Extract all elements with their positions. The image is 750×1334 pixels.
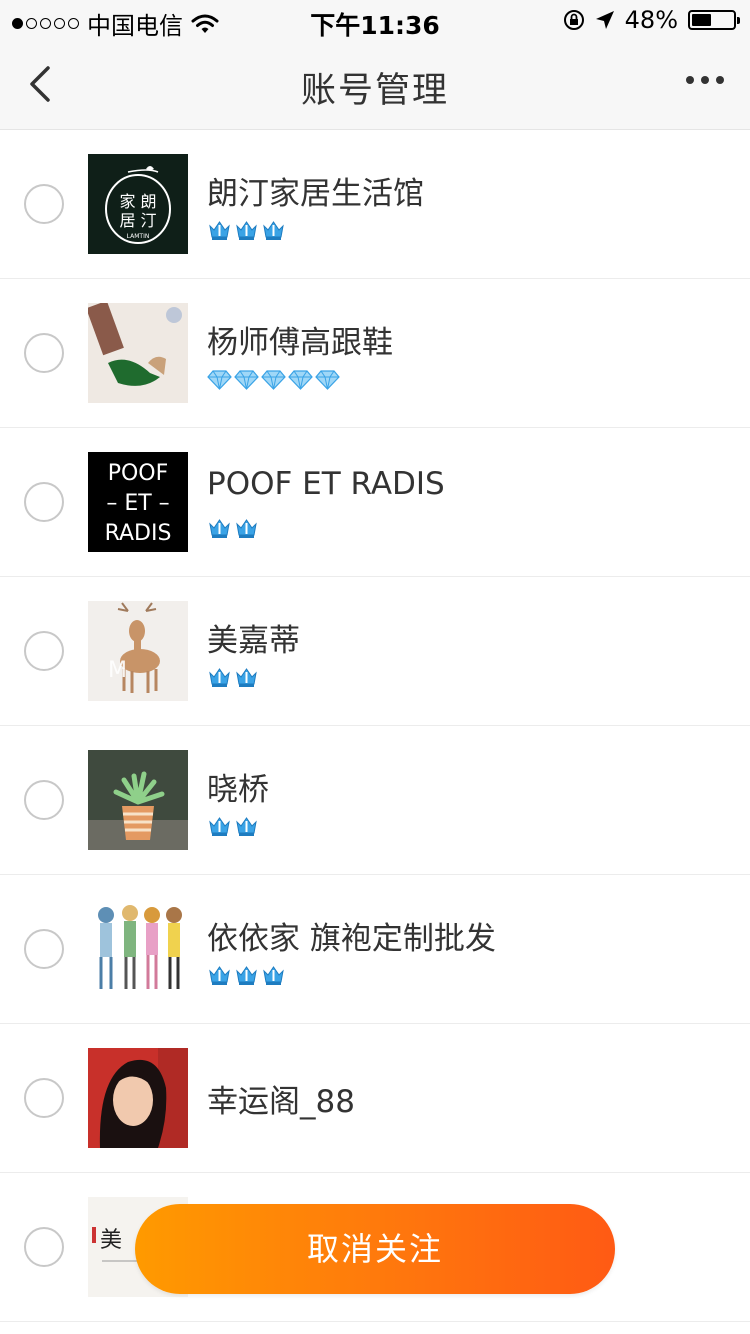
location-arrow-icon: [595, 11, 614, 29]
crown-icon: [263, 966, 284, 985]
list-item[interactable]: 依依家 旗袍定制批发: [0, 875, 750, 1024]
crown-icon: [209, 668, 230, 687]
select-radio[interactable]: [24, 631, 64, 671]
avatar-text: 居 汀: [119, 211, 156, 230]
level-badges: [207, 516, 259, 540]
list-item[interactable]: POOF – ET – RADIS POOF ET RADIS: [0, 428, 750, 577]
crown-icon: [236, 668, 257, 687]
level-badges: [207, 367, 340, 391]
level-badges: [207, 218, 286, 242]
crown-icon: [209, 817, 230, 836]
avatar-text: POOF: [108, 461, 169, 486]
list-item[interactable]: M 美嘉蒂: [0, 577, 750, 726]
select-radio[interactable]: [24, 929, 64, 969]
more-dots-icon[interactable]: [686, 76, 724, 84]
status-right: 48%: [563, 6, 740, 34]
avatar: [88, 899, 188, 999]
account-name: 朗汀家居生活馆: [207, 176, 424, 212]
crown-icon: [236, 817, 257, 836]
select-radio[interactable]: [24, 184, 64, 224]
list-item[interactable]: 晓桥: [0, 726, 750, 875]
crown-icon: [236, 519, 257, 538]
avatar: 家 朗 居 汀 LAMTIN: [88, 154, 188, 254]
level-badges: [207, 665, 259, 689]
diamond-icon: [261, 370, 286, 390]
select-radio[interactable]: [24, 333, 64, 373]
avatar: M: [88, 601, 188, 701]
account-name: 杨师傅高跟鞋: [207, 325, 393, 361]
list-item[interactable]: 家 朗 居 汀 LAMTIN 朗汀家居生活馆: [0, 130, 750, 279]
page-title: 账号管理: [300, 71, 449, 111]
avatar-text: – ET –: [106, 491, 169, 516]
crown-icon: [209, 966, 230, 985]
select-radio[interactable]: [24, 1078, 64, 1118]
avatar: [88, 303, 188, 403]
account-name: 晓桥: [207, 772, 269, 808]
avatar-text: 美: [100, 1228, 122, 1253]
avatar: [88, 750, 188, 850]
account-name: POOF ET RADIS: [207, 466, 445, 502]
navigation-bar: 账号管理: [0, 40, 750, 130]
diamond-icon: [288, 370, 313, 390]
level-badges: [207, 814, 259, 838]
unfollow-button[interactable]: 取消关注: [135, 1204, 615, 1294]
select-radio[interactable]: [24, 780, 64, 820]
crown-icon: [209, 519, 230, 538]
avatar-text: RADIS: [105, 521, 172, 546]
account-name: 依依家 旗袍定制批发: [207, 921, 496, 957]
account-name: 美嘉蒂: [207, 623, 300, 659]
avatar-text: LAMTIN: [127, 233, 150, 240]
avatar-text: 家 朗: [119, 192, 156, 211]
account-name: 幸运阁_88: [207, 1084, 355, 1120]
select-radio[interactable]: [24, 482, 64, 522]
crown-icon: [236, 966, 257, 985]
battery-icon: [688, 10, 740, 30]
svg-text:M: M: [108, 658, 127, 683]
account-list: 家 朗 居 汀 LAMTIN 朗汀家居生活馆 杨师傅高跟鞋 POOF – ET …: [0, 130, 750, 1322]
diamond-icon: [207, 370, 232, 390]
avatar: [88, 1048, 188, 1148]
level-badges: [207, 963, 286, 987]
crown-icon: [263, 221, 284, 240]
status-bar: 中国电信 下午11:36 48%: [0, 0, 750, 40]
list-item[interactable]: 杨师傅高跟鞋: [0, 279, 750, 428]
battery-percent: 48%: [624, 6, 678, 34]
crown-icon: [209, 221, 230, 240]
crown-icon: [236, 221, 257, 240]
diamond-icon: [315, 370, 340, 390]
avatar: POOF – ET – RADIS: [88, 452, 188, 552]
diamond-icon: [234, 370, 259, 390]
select-radio[interactable]: [24, 1227, 64, 1267]
orientation-lock-icon: [563, 10, 584, 30]
list-item[interactable]: 幸运阁_88: [0, 1024, 750, 1173]
